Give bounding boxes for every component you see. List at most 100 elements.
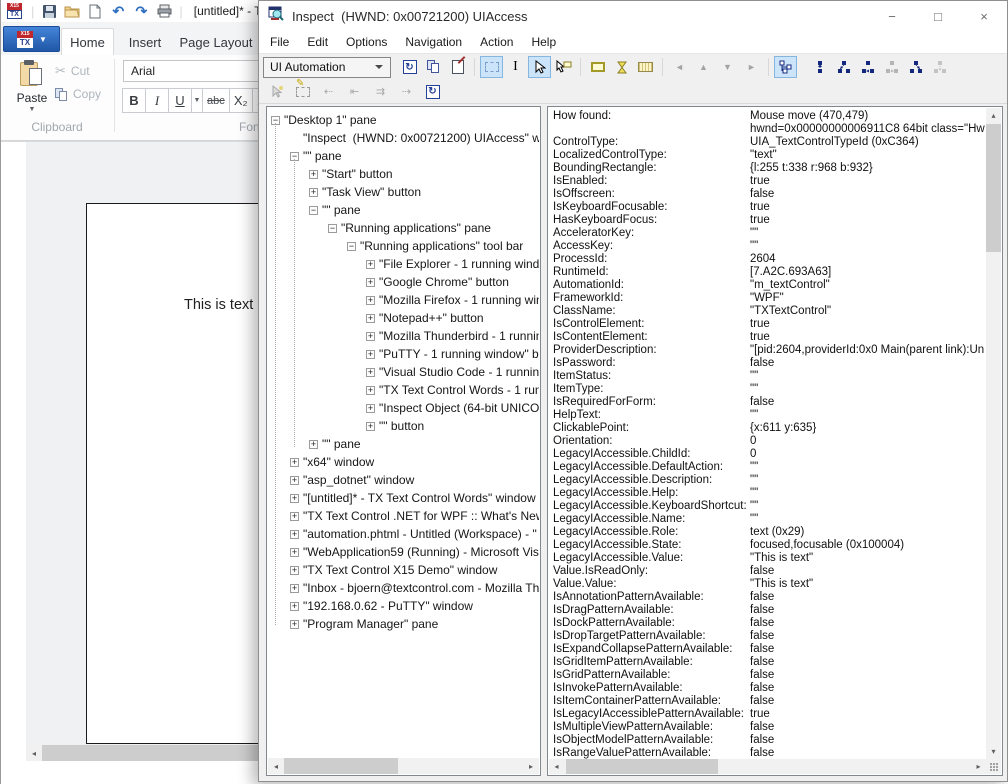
close-button[interactable]: × — [961, 1, 1007, 31]
undo-icon[interactable]: ↶ — [110, 3, 126, 19]
property-row[interactable]: LegacyIAccessible.Value: "This is text" — [553, 552, 985, 565]
expand-toggle-icon[interactable]: + — [290, 512, 299, 521]
expand-toggle-icon[interactable]: + — [366, 404, 375, 413]
property-row[interactable]: HasKeyboardFocus: true — [553, 214, 985, 227]
property-row[interactable]: RuntimeId: [7.A2C.693A63] — [553, 266, 985, 279]
tree-item[interactable]: + "TX Text Control Words - 1 running win… — [268, 381, 539, 399]
expand-toggle-icon[interactable]: + — [290, 494, 299, 503]
expand-toggle-icon[interactable]: + — [366, 332, 375, 341]
tree-item[interactable]: + "Inspect Object (64-bit UNICODE)" butt… — [268, 399, 539, 417]
property-row[interactable]: LegacyIAccessible.State: focused,focusab… — [553, 539, 985, 552]
menu-options[interactable]: Options — [337, 35, 396, 49]
tab-home[interactable]: Home — [61, 28, 114, 56]
expand-toggle-icon[interactable]: + — [366, 386, 375, 395]
nav-first-child-icon[interactable] — [832, 56, 855, 78]
property-row[interactable]: Orientation: 0 — [553, 435, 985, 448]
expand-toggle-icon[interactable]: + — [366, 278, 375, 287]
strikethrough-button[interactable]: abc — [202, 88, 230, 113]
property-row[interactable]: LegacyIAccessible.ChildId: 0 — [553, 448, 985, 461]
track-cursor-icon[interactable] — [265, 81, 288, 103]
property-row[interactable]: BoundingRectangle: {l:255 t:338 r:968 b:… — [553, 162, 985, 175]
menu-file[interactable]: File — [261, 35, 298, 49]
expand-toggle-icon[interactable]: + — [290, 566, 299, 575]
select-rectangle-mode-icon[interactable] — [480, 56, 503, 78]
nav-right-icon[interactable]: ► — [740, 56, 763, 78]
tree-item[interactable]: + "TX Text Control X15 Demo" window — [268, 561, 539, 579]
property-row[interactable]: ItemStatus: "" — [553, 370, 985, 383]
tree-item[interactable]: + "WebApplication59 (Running) - Microsof… — [268, 543, 539, 561]
subscript-button[interactable]: X₂ — [229, 88, 253, 113]
nav-previous-sibling-icon[interactable] — [856, 56, 879, 78]
property-row[interactable]: hwnd=0x00000000006911C8 64bit class="Hwn… — [553, 123, 985, 136]
property-row[interactable]: LegacyIAccessible.Role: text (0x29) — [553, 526, 985, 539]
scroll-right-icon[interactable]: ▸ — [971, 759, 986, 774]
document-text[interactable]: This is text — [184, 297, 253, 313]
tree-item[interactable]: + "PuTTY - 1 running window" button — [268, 345, 539, 363]
property-row[interactable]: ControlType: UIA_TextControlTypeId (0xC3… — [553, 136, 985, 149]
tree-item[interactable]: + "x64" window — [268, 453, 539, 471]
expand-toggle-icon[interactable]: + — [290, 584, 299, 593]
expand-toggle-icon[interactable]: + — [309, 170, 318, 179]
tree-item[interactable]: − "" pane — [268, 147, 539, 165]
property-row[interactable]: IsLegacyIAccessiblePatternAvailable: tru… — [553, 708, 985, 721]
expand-toggle-icon[interactable]: + — [366, 422, 375, 431]
scrollbar-thumb[interactable] — [284, 758, 398, 774]
property-row[interactable]: IsKeyboardFocusable: true — [553, 201, 985, 214]
scroll-up-icon[interactable]: ▴ — [986, 108, 1001, 123]
expand-toggle-icon[interactable]: + — [309, 188, 318, 197]
property-row[interactable]: IsGridPatternAvailable: false — [553, 669, 985, 682]
maximize-button[interactable]: □ — [915, 1, 961, 31]
scroll-down-icon[interactable]: ▾ — [986, 744, 1001, 759]
property-row[interactable]: LocalizedControlType: "text" — [553, 149, 985, 162]
property-row[interactable]: LegacyIAccessible.KeyboardShortcut: "" — [553, 500, 985, 513]
expand-toggle-icon[interactable]: + — [290, 476, 299, 485]
tree-item[interactable]: − "Running applications" tool bar — [268, 237, 539, 255]
property-row[interactable]: Value.Value: "This is text" — [553, 578, 985, 591]
expand-toggle-icon[interactable]: − — [328, 224, 337, 233]
step-into-icon[interactable]: ⇤ — [343, 81, 366, 103]
expand-toggle-icon[interactable]: + — [290, 530, 299, 539]
tooltip-mode-icon[interactable] — [552, 56, 575, 78]
props-horizontal-scrollbar[interactable]: ◂ ▸ — [549, 759, 986, 774]
property-row[interactable]: ProviderDescription: "[pid:2604,provider… — [553, 344, 985, 357]
minimize-button[interactable]: − — [869, 1, 915, 31]
property-row[interactable]: ClickablePoint: {x:611 y:635} — [553, 422, 985, 435]
expand-toggle-icon[interactable]: + — [290, 602, 299, 611]
property-row[interactable]: IsOffscreen: false — [553, 188, 985, 201]
tree-item[interactable]: "Inspect (HWND: 0x00721200) UIAccess" wi… — [268, 129, 539, 147]
refresh-icon[interactable]: ↻ — [398, 56, 421, 78]
property-row[interactable]: Value.IsReadOnly: false — [553, 565, 985, 578]
property-row[interactable]: IsDockPatternAvailable: false — [553, 617, 985, 630]
property-row[interactable]: ProcessId: 2604 — [553, 253, 985, 266]
property-row[interactable]: IsExpandCollapsePatternAvailable: false — [553, 643, 985, 656]
menu-help[interactable]: Help — [522, 35, 565, 49]
expand-toggle-icon[interactable]: + — [290, 458, 299, 467]
nav-next-sibling-icon[interactable] — [880, 56, 903, 78]
expand-toggle-icon[interactable]: + — [366, 296, 375, 305]
api-mode-combobox[interactable]: UI Automation — [263, 57, 391, 78]
property-row[interactable]: IsControlElement: true — [553, 318, 985, 331]
copy-icon[interactable] — [422, 56, 445, 78]
new-document-icon[interactable] — [87, 3, 103, 19]
inspect-titlebar[interactable]: Inspect (HWND: 0x00721200) UIAccess − □ … — [259, 1, 1007, 31]
tree-item[interactable]: + "TX Text Control .NET for WPF :: What'… — [268, 507, 539, 525]
step-out-icon[interactable]: ⇢ — [395, 81, 418, 103]
property-row[interactable]: LegacyIAccessible.Help: "" — [553, 487, 985, 500]
nav-left-icon[interactable]: ◄ — [668, 56, 691, 78]
copy-button[interactable]: Copy — [55, 87, 101, 101]
scrollbar-thumb[interactable] — [42, 745, 260, 761]
tree-item[interactable]: + "File Explorer - 1 running window" but… — [268, 255, 539, 273]
nav-up-icon[interactable]: ▲ — [692, 56, 715, 78]
cut-button[interactable]: ✂ Cut — [55, 63, 90, 79]
property-row[interactable]: IsRequiredForForm: false — [553, 396, 985, 409]
pointer-mode-icon[interactable] — [528, 56, 551, 78]
property-row[interactable]: AutomationId: "m_textControl" — [553, 279, 985, 292]
expand-toggle-icon[interactable]: + — [366, 314, 375, 323]
open-folder-icon[interactable] — [64, 3, 80, 19]
property-row[interactable]: LegacyIAccessible.Name: "" — [553, 513, 985, 526]
print-icon[interactable] — [156, 3, 172, 19]
edit-selection-icon[interactable]: ✎ — [291, 81, 314, 103]
tab-insert[interactable]: Insert — [116, 28, 174, 56]
property-row[interactable]: IsContentElement: true — [553, 331, 985, 344]
tree-item[interactable]: − "Running applications" pane — [268, 219, 539, 237]
